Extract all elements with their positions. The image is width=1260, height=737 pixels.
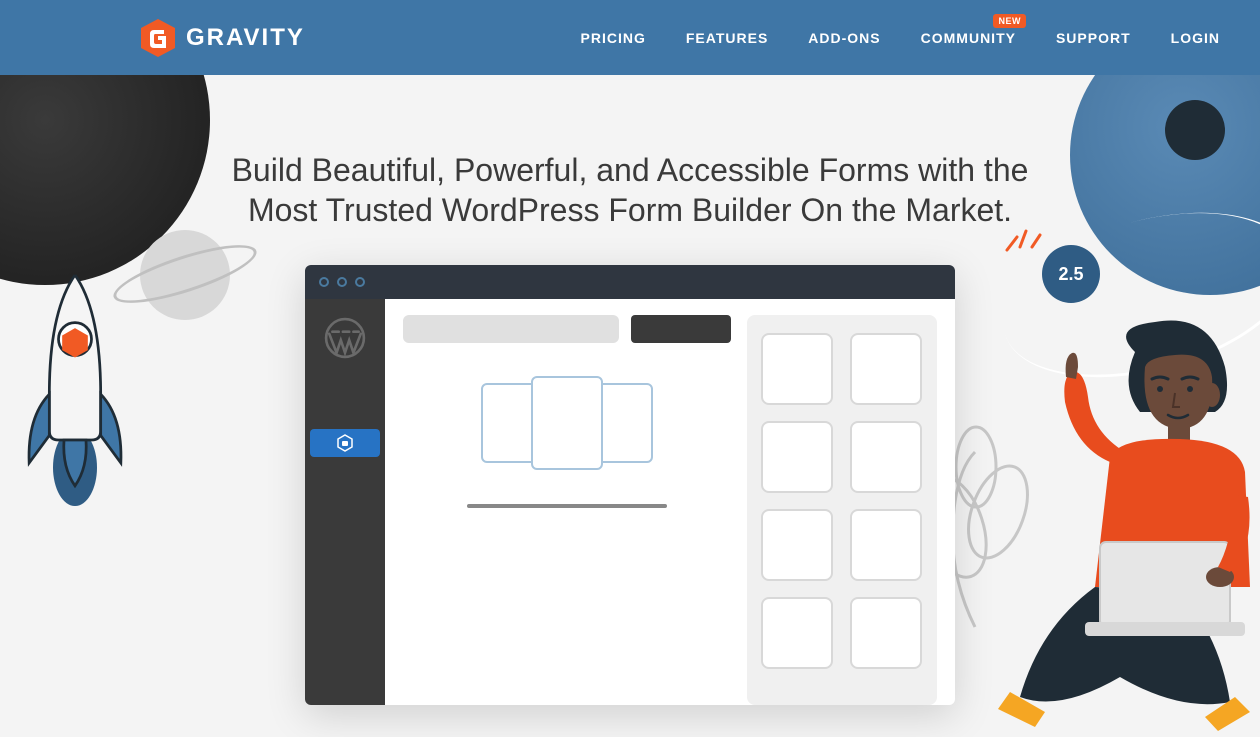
brand-name: GRAVITY bbox=[186, 24, 305, 52]
spark-decoration bbox=[1002, 225, 1042, 255]
field-card[interactable] bbox=[597, 383, 653, 463]
nav-pricing[interactable]: PRICING bbox=[581, 30, 646, 46]
editor-main-area bbox=[385, 299, 955, 705]
title-input-placeholder[interactable] bbox=[403, 315, 619, 343]
browser-mockup bbox=[305, 265, 955, 705]
field-cards-row bbox=[403, 383, 731, 470]
nav-community-label: COMMUNITY bbox=[921, 30, 1016, 46]
editor-topbar bbox=[403, 315, 731, 343]
nav-addons[interactable]: ADD-ONS bbox=[808, 30, 880, 46]
main-header: GRAVITY PRICING FEATURES ADD-ONS COMMUNI… bbox=[0, 0, 1260, 75]
small-planet-decoration bbox=[1165, 100, 1225, 160]
action-button-placeholder[interactable] bbox=[631, 315, 731, 343]
field-tile[interactable] bbox=[850, 509, 922, 581]
main-nav: PRICING FEATURES ADD-ONS COMMUNITY NEW S… bbox=[581, 30, 1220, 46]
field-card[interactable] bbox=[481, 383, 537, 463]
gravity-sidebar-icon bbox=[337, 434, 353, 452]
window-dot-icon bbox=[337, 277, 347, 287]
window-dot-icon bbox=[319, 277, 329, 287]
browser-body bbox=[305, 299, 955, 705]
editor-column bbox=[403, 315, 731, 705]
saturn-decoration bbox=[140, 230, 230, 320]
field-palette bbox=[747, 315, 937, 705]
version-badge: 2.5 bbox=[1042, 245, 1100, 303]
field-card-active[interactable] bbox=[531, 376, 603, 470]
rocket-illustration bbox=[20, 255, 130, 515]
window-dot-icon bbox=[355, 277, 365, 287]
field-tile[interactable] bbox=[850, 333, 922, 405]
version-number: 2.5 bbox=[1058, 264, 1083, 285]
divider-line bbox=[467, 504, 667, 508]
field-tile[interactable] bbox=[761, 421, 833, 493]
hero-section: Build Beautiful, Powerful, and Accessibl… bbox=[0, 75, 1260, 737]
browser-titlebar bbox=[305, 265, 955, 299]
gravity-logo-icon bbox=[140, 18, 176, 58]
nav-login[interactable]: LOGIN bbox=[1171, 30, 1220, 46]
field-tile[interactable] bbox=[761, 597, 833, 669]
wp-admin-sidebar bbox=[305, 299, 385, 705]
sidebar-active-item[interactable] bbox=[310, 429, 380, 457]
new-badge: NEW bbox=[993, 14, 1026, 28]
field-tile[interactable] bbox=[850, 597, 922, 669]
field-tile[interactable] bbox=[850, 421, 922, 493]
nav-community[interactable]: COMMUNITY NEW bbox=[921, 30, 1016, 46]
field-tile[interactable] bbox=[761, 509, 833, 581]
brand-logo[interactable]: GRAVITY bbox=[140, 18, 305, 58]
wordpress-icon bbox=[324, 317, 366, 359]
nav-features[interactable]: FEATURES bbox=[686, 30, 768, 46]
nav-support[interactable]: SUPPORT bbox=[1056, 30, 1131, 46]
person-illustration bbox=[980, 317, 1260, 737]
field-tile[interactable] bbox=[761, 333, 833, 405]
hero-headline: Build Beautiful, Powerful, and Accessibl… bbox=[220, 150, 1040, 230]
